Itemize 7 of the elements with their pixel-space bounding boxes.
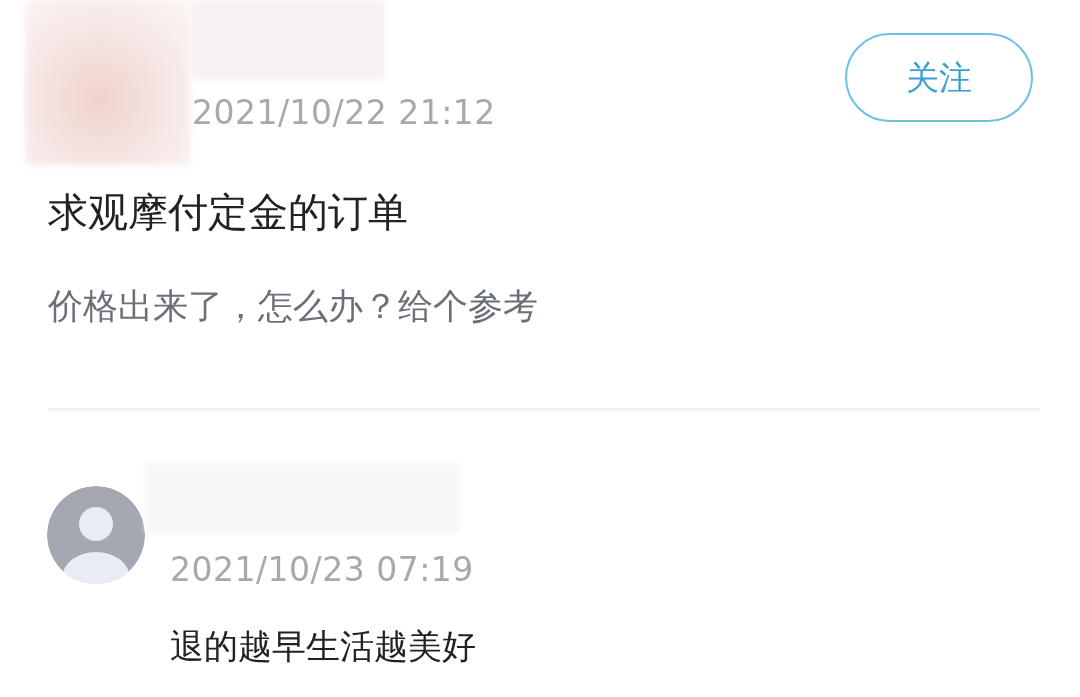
comment-timestamp: 2021/10/23 07:19: [170, 548, 474, 591]
post-title: 求观摩付定金的订单: [47, 188, 409, 237]
comment-text: 退的越早生活越美好: [170, 624, 476, 668]
post-body: 价格出来了，怎么办？给个参考: [47, 285, 539, 328]
follow-button[interactable]: 关注: [845, 33, 1033, 122]
post-timestamp: 2021/10/22 21:12: [192, 92, 496, 134]
avatar-icon: [47, 485, 145, 584]
